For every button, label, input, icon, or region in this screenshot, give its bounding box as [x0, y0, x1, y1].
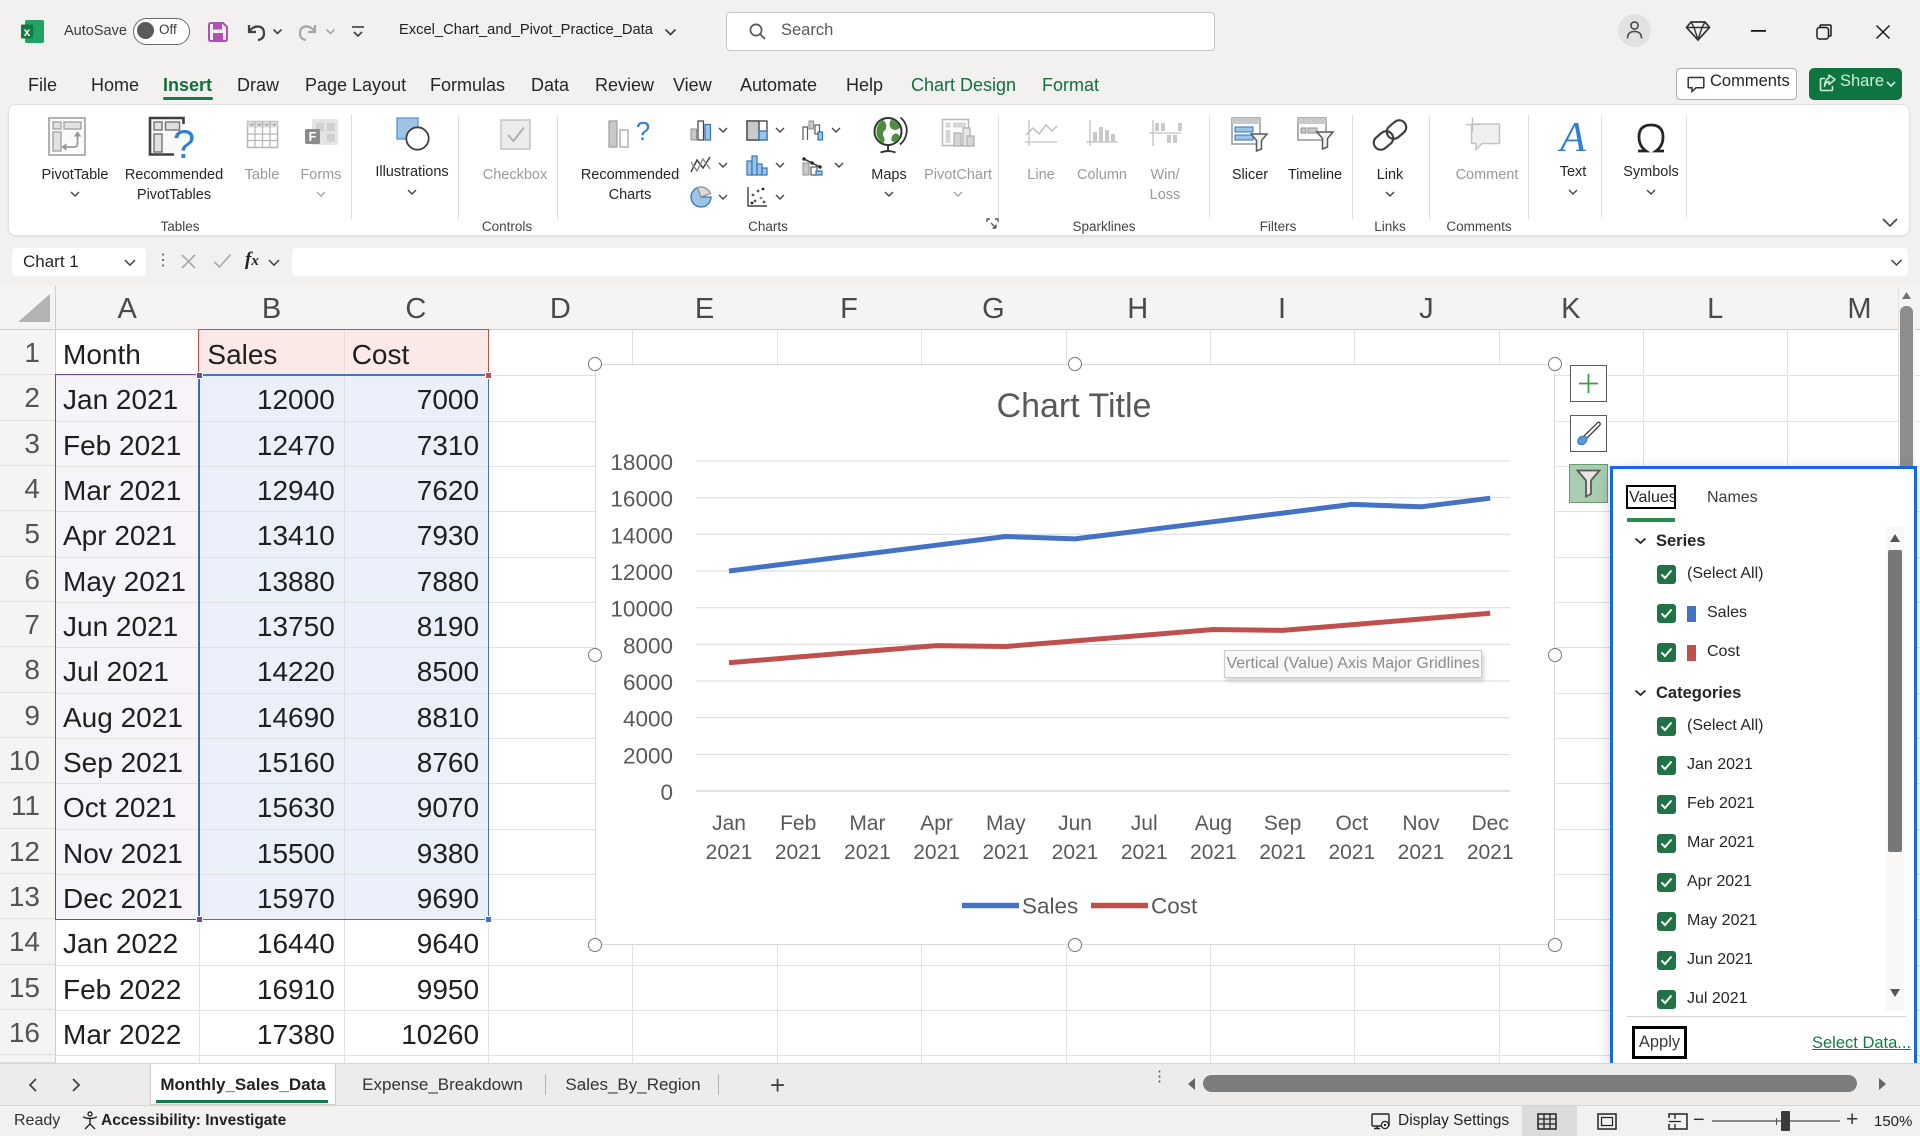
svg-text:2021: 2021 [706, 841, 753, 864]
svg-text:2021: 2021 [1052, 841, 1099, 864]
svg-text:18000: 18000 [610, 450, 673, 475]
svg-text:Sep: Sep [1264, 812, 1301, 835]
svg-text:A: A [1557, 115, 1586, 159]
svg-text:May: May [986, 812, 1026, 835]
svg-text:8000: 8000 [623, 633, 673, 658]
svg-text:Sales: Sales [1022, 894, 1078, 919]
svg-text:2000: 2000 [623, 743, 673, 768]
svg-text:Chart Title: Chart Title [997, 387, 1152, 425]
svg-text:Mar: Mar [849, 812, 885, 835]
svg-text:4000: 4000 [623, 707, 673, 732]
svg-text:2021: 2021 [1190, 841, 1237, 864]
svg-text:Jul: Jul [1131, 812, 1158, 835]
svg-text:16000: 16000 [610, 487, 673, 512]
svg-text:Cost: Cost [1151, 894, 1198, 919]
svg-text:2021: 2021 [913, 841, 960, 864]
svg-text:?: ? [636, 118, 650, 146]
svg-text:Jan: Jan [712, 812, 746, 835]
svg-text:2021: 2021 [775, 841, 822, 864]
svg-text:2021: 2021 [1121, 841, 1168, 864]
svg-text:2021: 2021 [1259, 841, 1306, 864]
svg-text:14000: 14000 [610, 523, 673, 548]
svg-text:2021: 2021 [1398, 841, 1445, 864]
svg-text:Oct: Oct [1335, 812, 1368, 835]
svg-text:Apr: Apr [920, 812, 953, 835]
svg-text:Nov: Nov [1402, 812, 1440, 835]
svg-text:6000: 6000 [623, 670, 673, 695]
svg-text:x: x [24, 25, 31, 39]
svg-text:?: ? [173, 123, 194, 160]
svg-text:12000: 12000 [610, 560, 673, 585]
svg-text:Feb: Feb [780, 812, 816, 835]
svg-text:10000: 10000 [610, 597, 673, 622]
svg-text:2021: 2021 [982, 841, 1029, 864]
svg-text:0: 0 [660, 780, 673, 805]
svg-text:Jun: Jun [1058, 812, 1092, 835]
svg-text:2021: 2021 [1467, 841, 1514, 864]
svg-text:Aug: Aug [1195, 812, 1232, 835]
svg-text:F: F [309, 130, 317, 144]
svg-text:2021: 2021 [1328, 841, 1375, 864]
svg-text:2021: 2021 [844, 841, 891, 864]
svg-text:Dec: Dec [1472, 812, 1509, 835]
